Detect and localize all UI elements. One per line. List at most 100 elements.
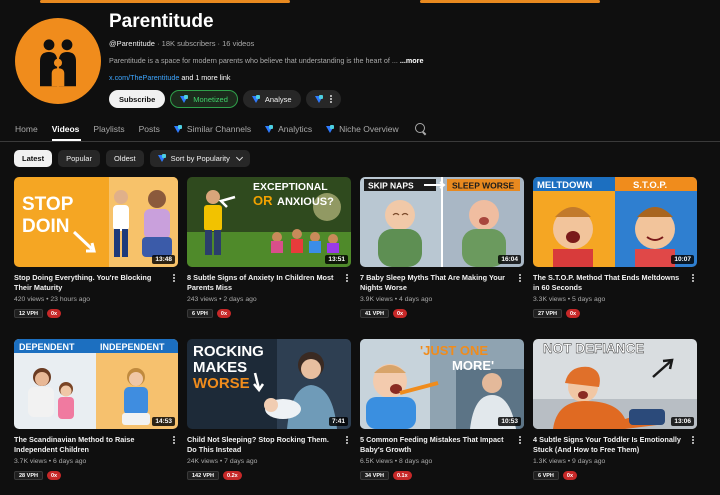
thumbnail-text: NOT DEFIANCE: [543, 341, 644, 356]
thumbnail-text: SLEEP WORSE: [452, 181, 515, 191]
channel-link-url[interactable]: x.com/TheParentitude: [109, 73, 179, 82]
vidiq-icon: [265, 124, 274, 134]
multiplier-badge: 0.1x: [392, 471, 412, 480]
more-vert-icon[interactable]: [692, 277, 694, 279]
thumbnail-text: DOIN: [22, 216, 70, 237]
video-title[interactable]: 5 Common Feeding Mistakes That Impact Ba…: [360, 435, 510, 455]
thumbnail-text: MELTDOWN: [537, 180, 592, 191]
filter-oldest[interactable]: Oldest: [105, 150, 144, 167]
extension-menu-button[interactable]: [305, 90, 341, 108]
vidiq-icon: [180, 94, 189, 104]
video-meta: 1.3K views • 9 days ago: [533, 458, 606, 465]
thumbnail-text: DEPENDENT: [19, 342, 75, 352]
multiplier-badge: 0x: [46, 309, 62, 318]
vph-badge: 34 VPH: [360, 471, 389, 480]
sort-filters: Latest Popular Oldest Sort by Popularity: [14, 150, 250, 167]
video-title[interactable]: The Scandinavian Method to Raise Indepen…: [14, 435, 164, 455]
video-thumbnail[interactable]: NOT DEFIANCE 13:06: [533, 339, 697, 429]
more-vert-icon[interactable]: [519, 277, 521, 279]
video-thumbnail[interactable]: MELTDOWN S.T.O.P. 10:07: [533, 177, 697, 267]
channel-meta: @Parentitude · 18K subscribers · 16 vide…: [109, 39, 255, 48]
tab-similar-channels[interactable]: Similar Channels: [173, 124, 251, 134]
video-duration: 14:53: [152, 417, 175, 426]
video-thumbnail[interactable]: ROCKING MAKES WORSE 7:41: [187, 339, 351, 429]
channel-links: x.com/TheParentitude and 1 more link: [109, 73, 230, 82]
tab-posts[interactable]: Posts: [139, 124, 160, 134]
video-duration: 13:48: [152, 255, 175, 264]
top-progress-strip: [0, 0, 720, 4]
video-duration: 10:07: [671, 255, 694, 264]
thumbnail-text: OR: [253, 193, 273, 208]
channel-avatar[interactable]: [15, 18, 101, 104]
thumbnail-text: EXCEPTIONAL: [253, 181, 328, 193]
search-icon[interactable]: [414, 123, 427, 135]
thumbnail-text: INDEPENDENT: [100, 342, 165, 352]
vph-badge: 41 VPH: [360, 309, 389, 318]
multiplier-badge: 0x: [565, 309, 581, 318]
thumbnail-text: WORSE: [193, 375, 250, 392]
more-vert-icon[interactable]: [173, 439, 175, 441]
multiplier-badge: 0x: [392, 309, 408, 318]
channel-actions: Subscribe Monetized Analyse: [109, 90, 341, 108]
video-title[interactable]: Stop Doing Everything. You're Blocking T…: [14, 273, 164, 293]
video-title[interactable]: Child Not Sleeping? Stop Rocking Them. D…: [187, 435, 337, 455]
video-duration: 13:51: [325, 255, 348, 264]
vidiq-icon: [157, 154, 167, 163]
more-vert-icon[interactable]: [173, 277, 175, 279]
thumbnail-text: S.T.O.P.: [633, 180, 667, 191]
video-duration: 7:41: [328, 417, 348, 426]
video-meta: 3.9K views • 4 days ago: [360, 296, 433, 303]
video-thumbnail[interactable]: EXCEPTIONAL OR ANXIOUS? 13:51: [187, 177, 351, 267]
tab-analytics[interactable]: Analytics: [265, 124, 312, 134]
subscribe-button[interactable]: Subscribe: [109, 90, 166, 108]
filter-latest[interactable]: Latest: [14, 150, 53, 167]
more-vert-icon[interactable]: [346, 277, 348, 279]
video-title[interactable]: The S.T.O.P. Method That Ends Meltdowns …: [533, 273, 683, 293]
tab-home[interactable]: Home: [15, 124, 38, 134]
video-badges: 27 VPH 0x: [533, 309, 581, 318]
video-meta: 24K views • 7 days ago: [187, 458, 258, 465]
chevron-down-icon: [235, 153, 243, 161]
video-badges: 41 VPH 0x: [360, 309, 408, 318]
video-meta: 3.7K views • 6 days ago: [14, 458, 87, 465]
thumbnail-text: MORE': [452, 358, 494, 373]
tab-playlists[interactable]: Playlists: [93, 124, 124, 134]
subscriber-count: 18K subscribers: [161, 39, 216, 48]
description-more-link[interactable]: ...more: [400, 56, 424, 65]
video-duration: 13:06: [671, 417, 694, 426]
more-vert-icon[interactable]: [519, 439, 521, 441]
more-vert-icon[interactable]: [692, 439, 694, 441]
vph-badge: 6 VPH: [187, 309, 213, 318]
video-thumbnail[interactable]: STOP DOIN 13:48: [14, 177, 178, 267]
video-thumbnail[interactable]: SKIP NAPS SLEEP WORSE 16:04: [360, 177, 524, 267]
vidiq-icon: [251, 94, 261, 104]
monetized-button[interactable]: Monetized: [170, 90, 238, 108]
video-badges: 6 VPH 0x: [533, 471, 578, 480]
more-vert-icon[interactable]: [346, 439, 348, 441]
thumbnail-text: STOP: [22, 194, 74, 215]
sort-by-popularity-dropdown[interactable]: Sort by Popularity: [149, 150, 250, 167]
more-links-text[interactable]: and 1 more link: [181, 73, 230, 82]
video-thumbnail[interactable]: 'JUST ONE MORE' 10:53: [360, 339, 524, 429]
analyse-button[interactable]: Analyse: [242, 90, 301, 108]
filter-popular[interactable]: Popular: [58, 150, 100, 167]
tab-niche-overview[interactable]: Niche Overview: [326, 124, 399, 134]
video-badges: 12 VPH 0x: [14, 309, 62, 318]
video-meta: 243 views • 2 days ago: [187, 296, 257, 303]
tabs-divider: [0, 141, 720, 142]
multiplier-badge: 0x: [562, 471, 578, 480]
video-title[interactable]: 8 Subtle Signs of Anxiety In Children Mo…: [187, 273, 337, 293]
video-thumbnail[interactable]: DEPENDENT INDEPENDENT 14:53: [14, 339, 178, 429]
vph-badge: 6 VPH: [533, 471, 559, 480]
video-title[interactable]: 4 Subtle Signs Your Toddler Is Emotional…: [533, 435, 683, 455]
video-meta: 420 views • 23 hours ago: [14, 296, 91, 303]
channel-tabs: Home Videos Playlists Posts Similar Chan…: [15, 120, 427, 138]
channel-handle: @Parentitude: [109, 39, 155, 48]
tab-videos[interactable]: Videos: [52, 124, 80, 134]
channel-description[interactable]: Parentitude is a space for modern parent…: [109, 56, 439, 65]
thumbnail-text: MAKES: [193, 359, 247, 376]
vph-badge: 12 VPH: [14, 309, 43, 318]
video-title[interactable]: 7 Baby Sleep Myths That Are Making Your …: [360, 273, 510, 293]
thumbnail-text: ROCKING: [193, 343, 264, 360]
vph-badge: 28 VPH: [14, 471, 43, 480]
